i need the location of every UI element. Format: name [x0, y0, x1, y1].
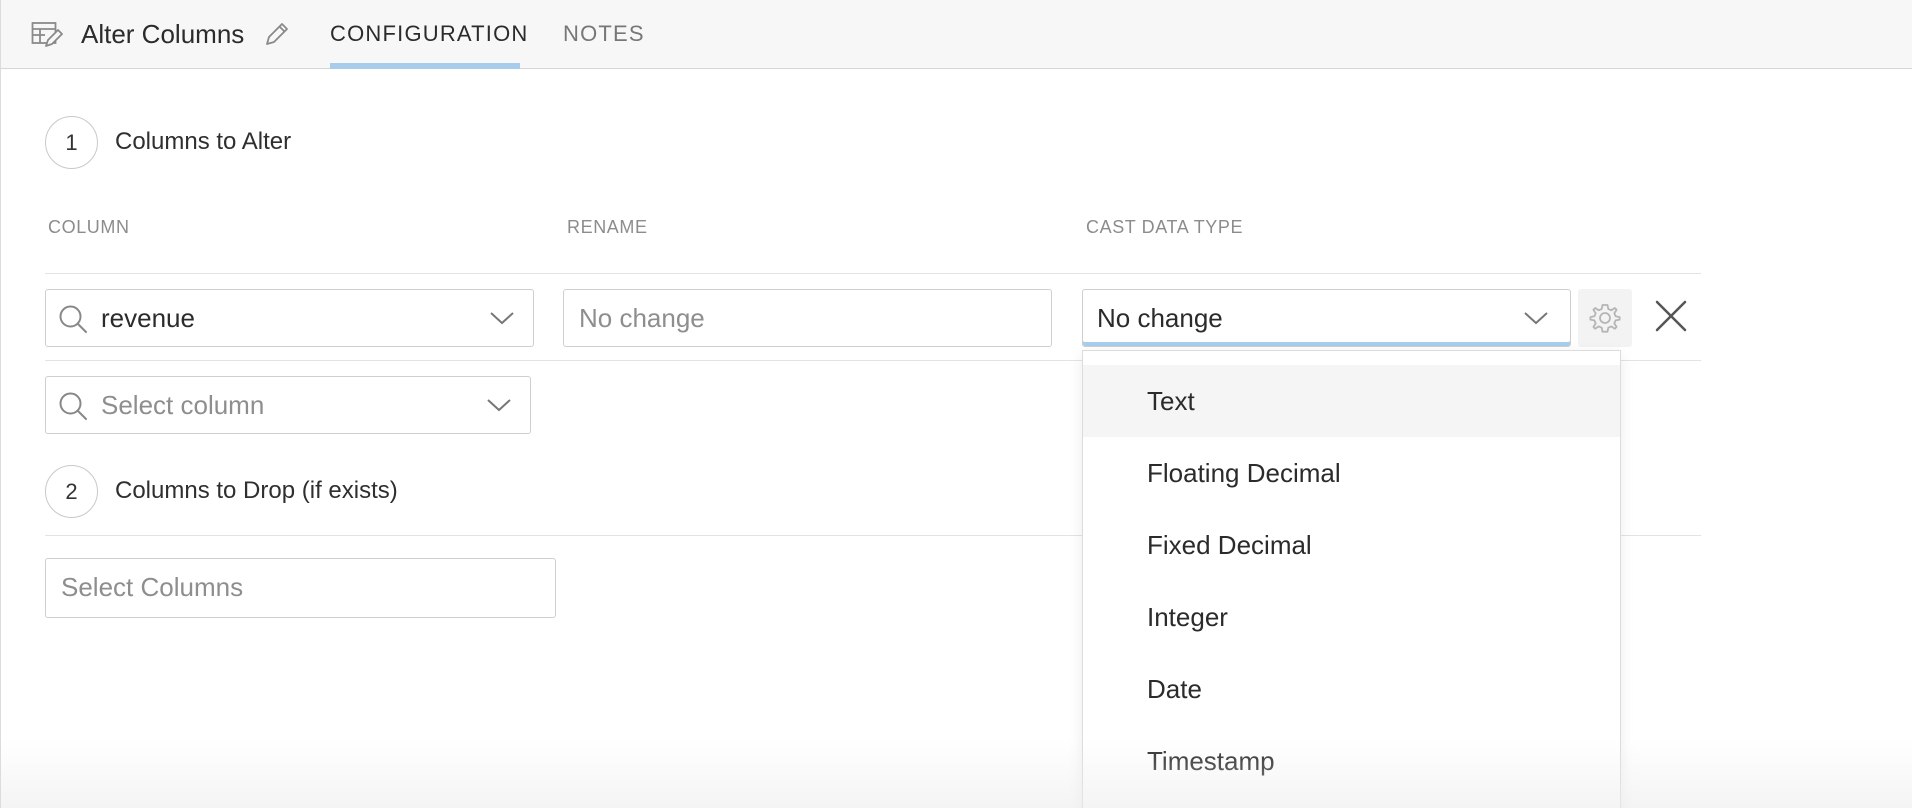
gear-icon — [1589, 304, 1621, 333]
tab-notes[interactable]: NOTES — [563, 0, 645, 68]
column-settings-button[interactable] — [1578, 289, 1632, 347]
search-icon — [59, 392, 87, 420]
alter-columns-page: Alter Columns CONFIGURATION NOTES 1 Colu… — [0, 0, 1912, 808]
dropdown-option-timestamp[interactable]: Timestamp — [1083, 725, 1620, 797]
search-icon — [59, 305, 87, 333]
tab-configuration[interactable]: CONFIGURATION — [330, 0, 527, 69]
node-header: Alter Columns CONFIGURATION NOTES — [1, 0, 1912, 69]
drop-columns-select[interactable]: Select Columns — [45, 558, 556, 618]
node-title: Alter Columns — [81, 19, 245, 49]
drop-columns-placeholder: Select Columns — [61, 572, 244, 602]
rename-input-placeholder: No change — [579, 303, 705, 333]
column-header-rename: RENAME — [567, 217, 648, 237]
step-number-1: 1 — [45, 116, 98, 169]
bottom-shadow — [1, 740, 1912, 808]
chevron-down-icon[interactable] — [486, 396, 512, 414]
divider — [45, 273, 1701, 274]
dropdown-option-fixed-decimal[interactable]: Fixed Decimal — [1083, 509, 1620, 581]
dropdown-option-floating-decimal[interactable]: Floating Decimal — [1083, 437, 1620, 509]
new-column-select[interactable]: Select column — [45, 376, 531, 434]
dropdown-option-text[interactable]: Text — [1083, 365, 1620, 437]
new-column-select-placeholder: Select column — [101, 390, 265, 420]
cast-data-type-value: No change — [1097, 303, 1223, 333]
column-select[interactable]: revenue — [45, 289, 534, 347]
chevron-down-icon[interactable] — [489, 309, 515, 327]
step-label-columns-to-drop: Columns to Drop (if exists) — [115, 477, 398, 504]
cast-data-type-select[interactable]: No change — [1082, 289, 1571, 347]
step-label-columns-to-alter: Columns to Alter — [115, 128, 292, 155]
column-header-column: COLUMN — [48, 217, 130, 237]
table-edit-icon — [31, 22, 63, 47]
cast-data-type-dropdown: Text Floating Decimal Fixed Decimal Inte… — [1082, 350, 1621, 808]
remove-row-close-icon[interactable] — [1651, 296, 1691, 336]
column-select-value: revenue — [101, 303, 195, 333]
chevron-down-icon[interactable] — [1523, 309, 1549, 327]
dropdown-option-date[interactable]: Date — [1083, 653, 1620, 725]
column-header-cast-data-type: CAST DATA TYPE — [1086, 217, 1244, 237]
pencil-icon[interactable] — [263, 20, 291, 48]
dropdown-option-integer[interactable]: Integer — [1083, 581, 1620, 653]
step-number-2: 2 — [45, 465, 98, 518]
rename-input[interactable]: No change — [563, 289, 1052, 347]
